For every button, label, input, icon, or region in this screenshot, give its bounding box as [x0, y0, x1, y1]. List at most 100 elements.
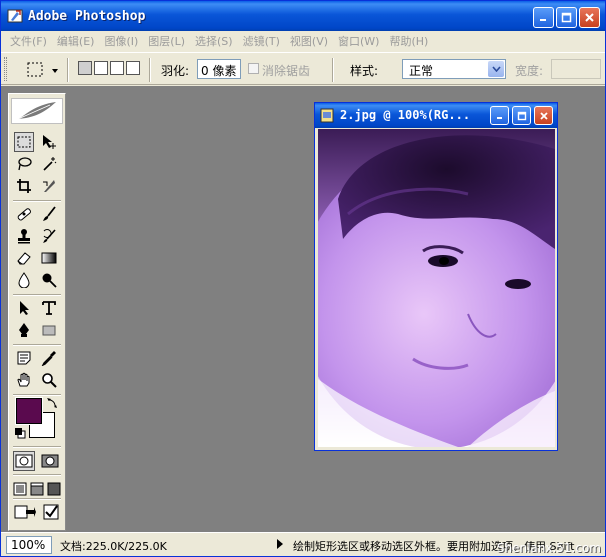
watermark-text: Shenlanx.51.com	[496, 541, 601, 555]
menu-window[interactable]: 窗口(W)	[333, 33, 384, 49]
photoshop-feather-logo[interactable]	[11, 98, 63, 124]
lasso-tool[interactable]	[14, 154, 34, 174]
hand-icon	[17, 372, 30, 387]
brush-icon	[43, 206, 56, 221]
document-maximize-button[interactable]	[512, 106, 531, 125]
stamp-icon	[18, 229, 30, 244]
menu-filter[interactable]: 滤镜(T)	[238, 33, 285, 49]
toolbox-divider	[13, 474, 61, 476]
menu-edit[interactable]: 编辑(E)	[52, 33, 100, 49]
document-title-bar[interactable]: 2.jpg @ 100%(RG...	[315, 103, 557, 128]
blur-tool[interactable]	[14, 270, 34, 290]
notes-icon	[17, 351, 31, 365]
minimize-button[interactable]	[533, 7, 554, 28]
document-window: 2.jpg @ 100%(RG...	[314, 102, 558, 451]
clone-stamp-tool[interactable]	[14, 226, 34, 246]
menu-view[interactable]: 视图(V)	[285, 33, 333, 49]
jump-to-imageready-button[interactable]	[14, 502, 36, 522]
crop-icon	[17, 179, 31, 193]
style-select[interactable]: 正常	[402, 59, 506, 79]
foreground-color-swatch[interactable]	[15, 397, 43, 425]
subtract-from-selection-mode[interactable]	[110, 61, 124, 75]
eraser-tool[interactable]	[14, 248, 34, 268]
new-selection-mode[interactable]	[78, 61, 92, 75]
eyedropper-tool[interactable]	[39, 348, 59, 368]
image-canvas[interactable]	[318, 129, 555, 447]
antialias-label: 消除锯齿	[262, 64, 311, 78]
toolbox-divider	[13, 498, 61, 500]
pen-icon	[19, 323, 29, 337]
document-close-button[interactable]	[534, 106, 553, 125]
document-size-info[interactable]: 文档:225.0K/225.0K	[60, 538, 167, 554]
menu-help[interactable]: 帮助(H)	[384, 33, 433, 49]
slice-tool[interactable]	[39, 176, 59, 196]
brush-tool[interactable]	[39, 204, 59, 224]
full-screen-mode[interactable]	[46, 479, 62, 499]
imageready-icon	[14, 505, 36, 519]
feather-input[interactable]: 0 像素	[197, 59, 241, 79]
toolbox-divider	[13, 344, 61, 346]
screen-mode-standard-icon	[13, 482, 27, 496]
dodge-icon	[42, 273, 57, 288]
pen-tool[interactable]	[14, 320, 34, 340]
default-colors-icon[interactable]	[14, 427, 26, 439]
title-bar[interactable]: Adobe Photoshop	[1, 1, 605, 31]
healing-brush-tool[interactable]	[14, 204, 34, 224]
status-menu-arrow-icon[interactable]	[277, 539, 283, 549]
options-bar: 羽化: 0 像素 消除锯齿 样式: 正常 宽度:	[1, 52, 605, 85]
move-tool[interactable]	[39, 132, 59, 152]
standard-mode-button[interactable]	[13, 451, 35, 471]
style-select-value: 正常	[409, 64, 434, 78]
menu-layer[interactable]: 图层(L)	[143, 33, 190, 49]
chevron-down-icon[interactable]	[488, 61, 504, 77]
dodge-tool[interactable]	[39, 270, 59, 290]
options-separator	[149, 58, 151, 82]
add-to-selection-mode[interactable]	[94, 61, 108, 75]
options-bar-grip[interactable]	[4, 57, 7, 81]
path-selection-icon	[20, 301, 29, 315]
standard-screen-mode[interactable]	[12, 479, 28, 499]
toolbox-divider	[13, 200, 61, 202]
menu-select[interactable]: 选择(S)	[190, 33, 238, 49]
history-brush-tool[interactable]	[39, 226, 59, 246]
blur-drop-icon	[18, 272, 30, 288]
maximize-button[interactable]	[556, 7, 577, 28]
history-brush-icon	[43, 229, 56, 243]
toolbox-divider	[13, 394, 61, 396]
zoom-level-field[interactable]: 100%	[6, 536, 52, 554]
bandage-icon	[17, 208, 31, 221]
options-separator	[67, 58, 69, 82]
tool-preset-picker[interactable]	[25, 60, 61, 80]
shape-tool[interactable]	[39, 320, 59, 340]
zoom-tool[interactable]	[39, 370, 59, 390]
close-button[interactable]	[579, 7, 600, 28]
document-title: 2.jpg @ 100%(RG...	[340, 108, 471, 122]
photoshop-app-icon[interactable]	[7, 8, 23, 24]
magic-wand-tool[interactable]	[39, 154, 59, 174]
menu-file[interactable]: 文件(F)	[5, 33, 52, 49]
standard-mode-icon	[15, 454, 33, 468]
antialias-checkbox[interactable]	[248, 63, 259, 74]
rectangular-marquee-tool[interactable]	[14, 132, 34, 152]
intersect-selection-mode[interactable]	[126, 61, 140, 75]
gradient-tool[interactable]	[39, 248, 59, 268]
quick-mask-button[interactable]	[39, 451, 61, 471]
checkmark-icon	[43, 504, 59, 520]
close-icon	[539, 111, 548, 120]
path-selection-tool[interactable]	[14, 298, 34, 318]
move-icon	[43, 135, 56, 149]
document-minimize-button[interactable]	[490, 106, 509, 125]
quick-mask-icon	[41, 454, 59, 468]
options-separator	[332, 58, 334, 82]
eyedropper-icon	[41, 351, 56, 366]
menu-image[interactable]: 图像(I)	[99, 33, 143, 49]
preset-check-button[interactable]	[41, 502, 61, 522]
screen-mode-menu-icon	[30, 482, 44, 496]
hand-tool[interactable]	[14, 370, 34, 390]
type-tool[interactable]	[39, 298, 59, 318]
full-screen-menu-mode[interactable]	[29, 479, 45, 499]
width-input[interactable]	[551, 59, 601, 79]
swap-colors-icon[interactable]	[46, 397, 58, 409]
notes-tool[interactable]	[14, 348, 34, 368]
crop-tool[interactable]	[14, 176, 34, 196]
